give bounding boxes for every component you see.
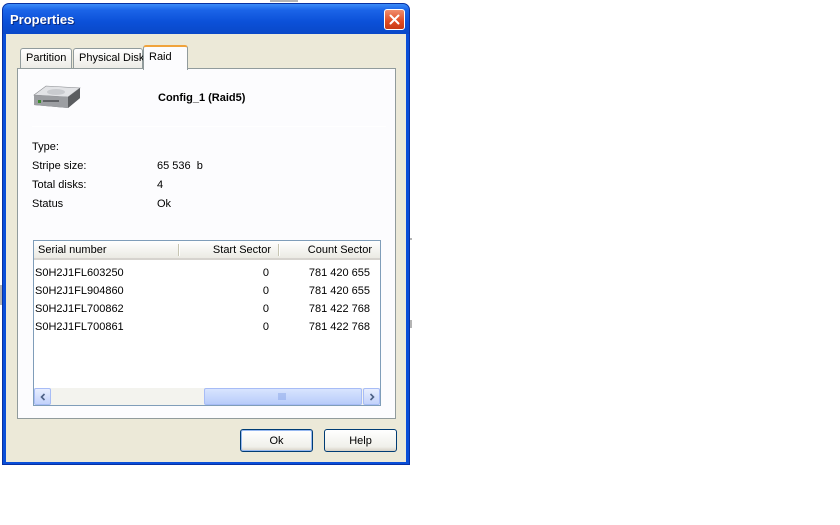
tab-label: Physical Disk [79,52,145,64]
serial-number-cell: S0H2J1FL904860 [35,285,124,297]
serial-number-cell: S0H2J1FL700862 [35,303,124,315]
disk-list[interactable]: Serial number Start Sector Count Sector … [33,240,381,406]
table-row[interactable]: S0H2J1FL700861 0 781 422 768 [34,318,380,336]
separator [32,126,386,127]
serial-number-cell: S0H2J1FL603250 [35,267,124,279]
table-row[interactable]: S0H2J1FL603250 0 781 420 655 [34,264,380,282]
dialog-client-area: Partition Physical Disk Raid Config_1 (R… [6,34,406,462]
properties-dialog: Properties Partition Physical Disk Raid [2,3,410,465]
start-sector-cell: 0 [262,267,269,279]
table-row[interactable]: S0H2J1FL904860 0 781 420 655 [34,282,380,300]
close-button[interactable] [384,9,405,30]
status-value: Ok [157,198,172,210]
stripe-size-label: Stripe size: [32,160,87,172]
tab-label: Partition [26,52,67,64]
raid-tab-page: Config_1 (Raid5) Type: Stripe size: 65 5… [17,68,396,419]
count-sector-cell: 781 420 655 [308,285,370,297]
table-row[interactable]: S0H2J1FL700862 0 781 422 768 [34,300,380,318]
column-header-serial-number[interactable]: Serial number [38,241,178,258]
serial-number-cell: S0H2J1FL700861 [35,321,124,333]
column-header-count-sector[interactable]: Count Sector [281,241,372,258]
column-header-label: Serial number [38,244,107,256]
window-title: Properties [10,12,75,27]
start-sector-cell: 0 [262,303,269,315]
help-button[interactable]: Help [324,429,397,452]
column-divider[interactable] [278,244,280,256]
list-header: Serial number Start Sector Count Sector [34,241,380,260]
column-header-start-sector[interactable]: Start Sector [181,241,271,258]
chevron-right-icon [369,392,375,401]
column-header-label: Start Sector [212,244,271,256]
scroll-left-button[interactable] [34,388,51,405]
help-button-label: Help [349,434,372,447]
type-label: Type: [32,141,59,153]
chevron-left-icon [39,392,45,401]
raid-config-name: Config_1 (Raid5) [158,92,246,104]
tab-partition[interactable]: Partition [20,48,72,69]
scroll-right-button[interactable] [363,388,380,405]
close-icon [389,14,400,25]
ok-button-label: Ok [269,434,284,447]
ok-button[interactable]: Ok [240,429,313,452]
title-bar[interactable]: Properties [3,4,409,34]
total-disks-value: 4 [157,179,164,191]
status-label: Status [32,198,64,210]
tab-label: Raid [149,51,172,63]
stripe-size-value: 65 536 b [157,160,203,172]
grip-icon [278,393,286,400]
start-sector-cell: 0 [262,285,269,297]
hard-disk-icon [33,85,81,108]
tab-raid[interactable]: Raid [143,45,188,70]
count-sector-cell: 781 420 655 [308,267,370,279]
column-header-label: Count Sector [307,244,372,256]
horizontal-scrollbar[interactable] [34,388,380,405]
count-sector-cell: 781 422 768 [308,303,370,315]
background-fragment [270,0,298,2]
scroll-thumb[interactable] [204,388,362,405]
total-disks-label: Total disks: [32,179,87,191]
count-sector-cell: 781 422 768 [308,321,370,333]
start-sector-cell: 0 [262,321,269,333]
column-divider[interactable] [178,244,180,256]
tab-physical-disk[interactable]: Physical Disk [73,48,145,69]
